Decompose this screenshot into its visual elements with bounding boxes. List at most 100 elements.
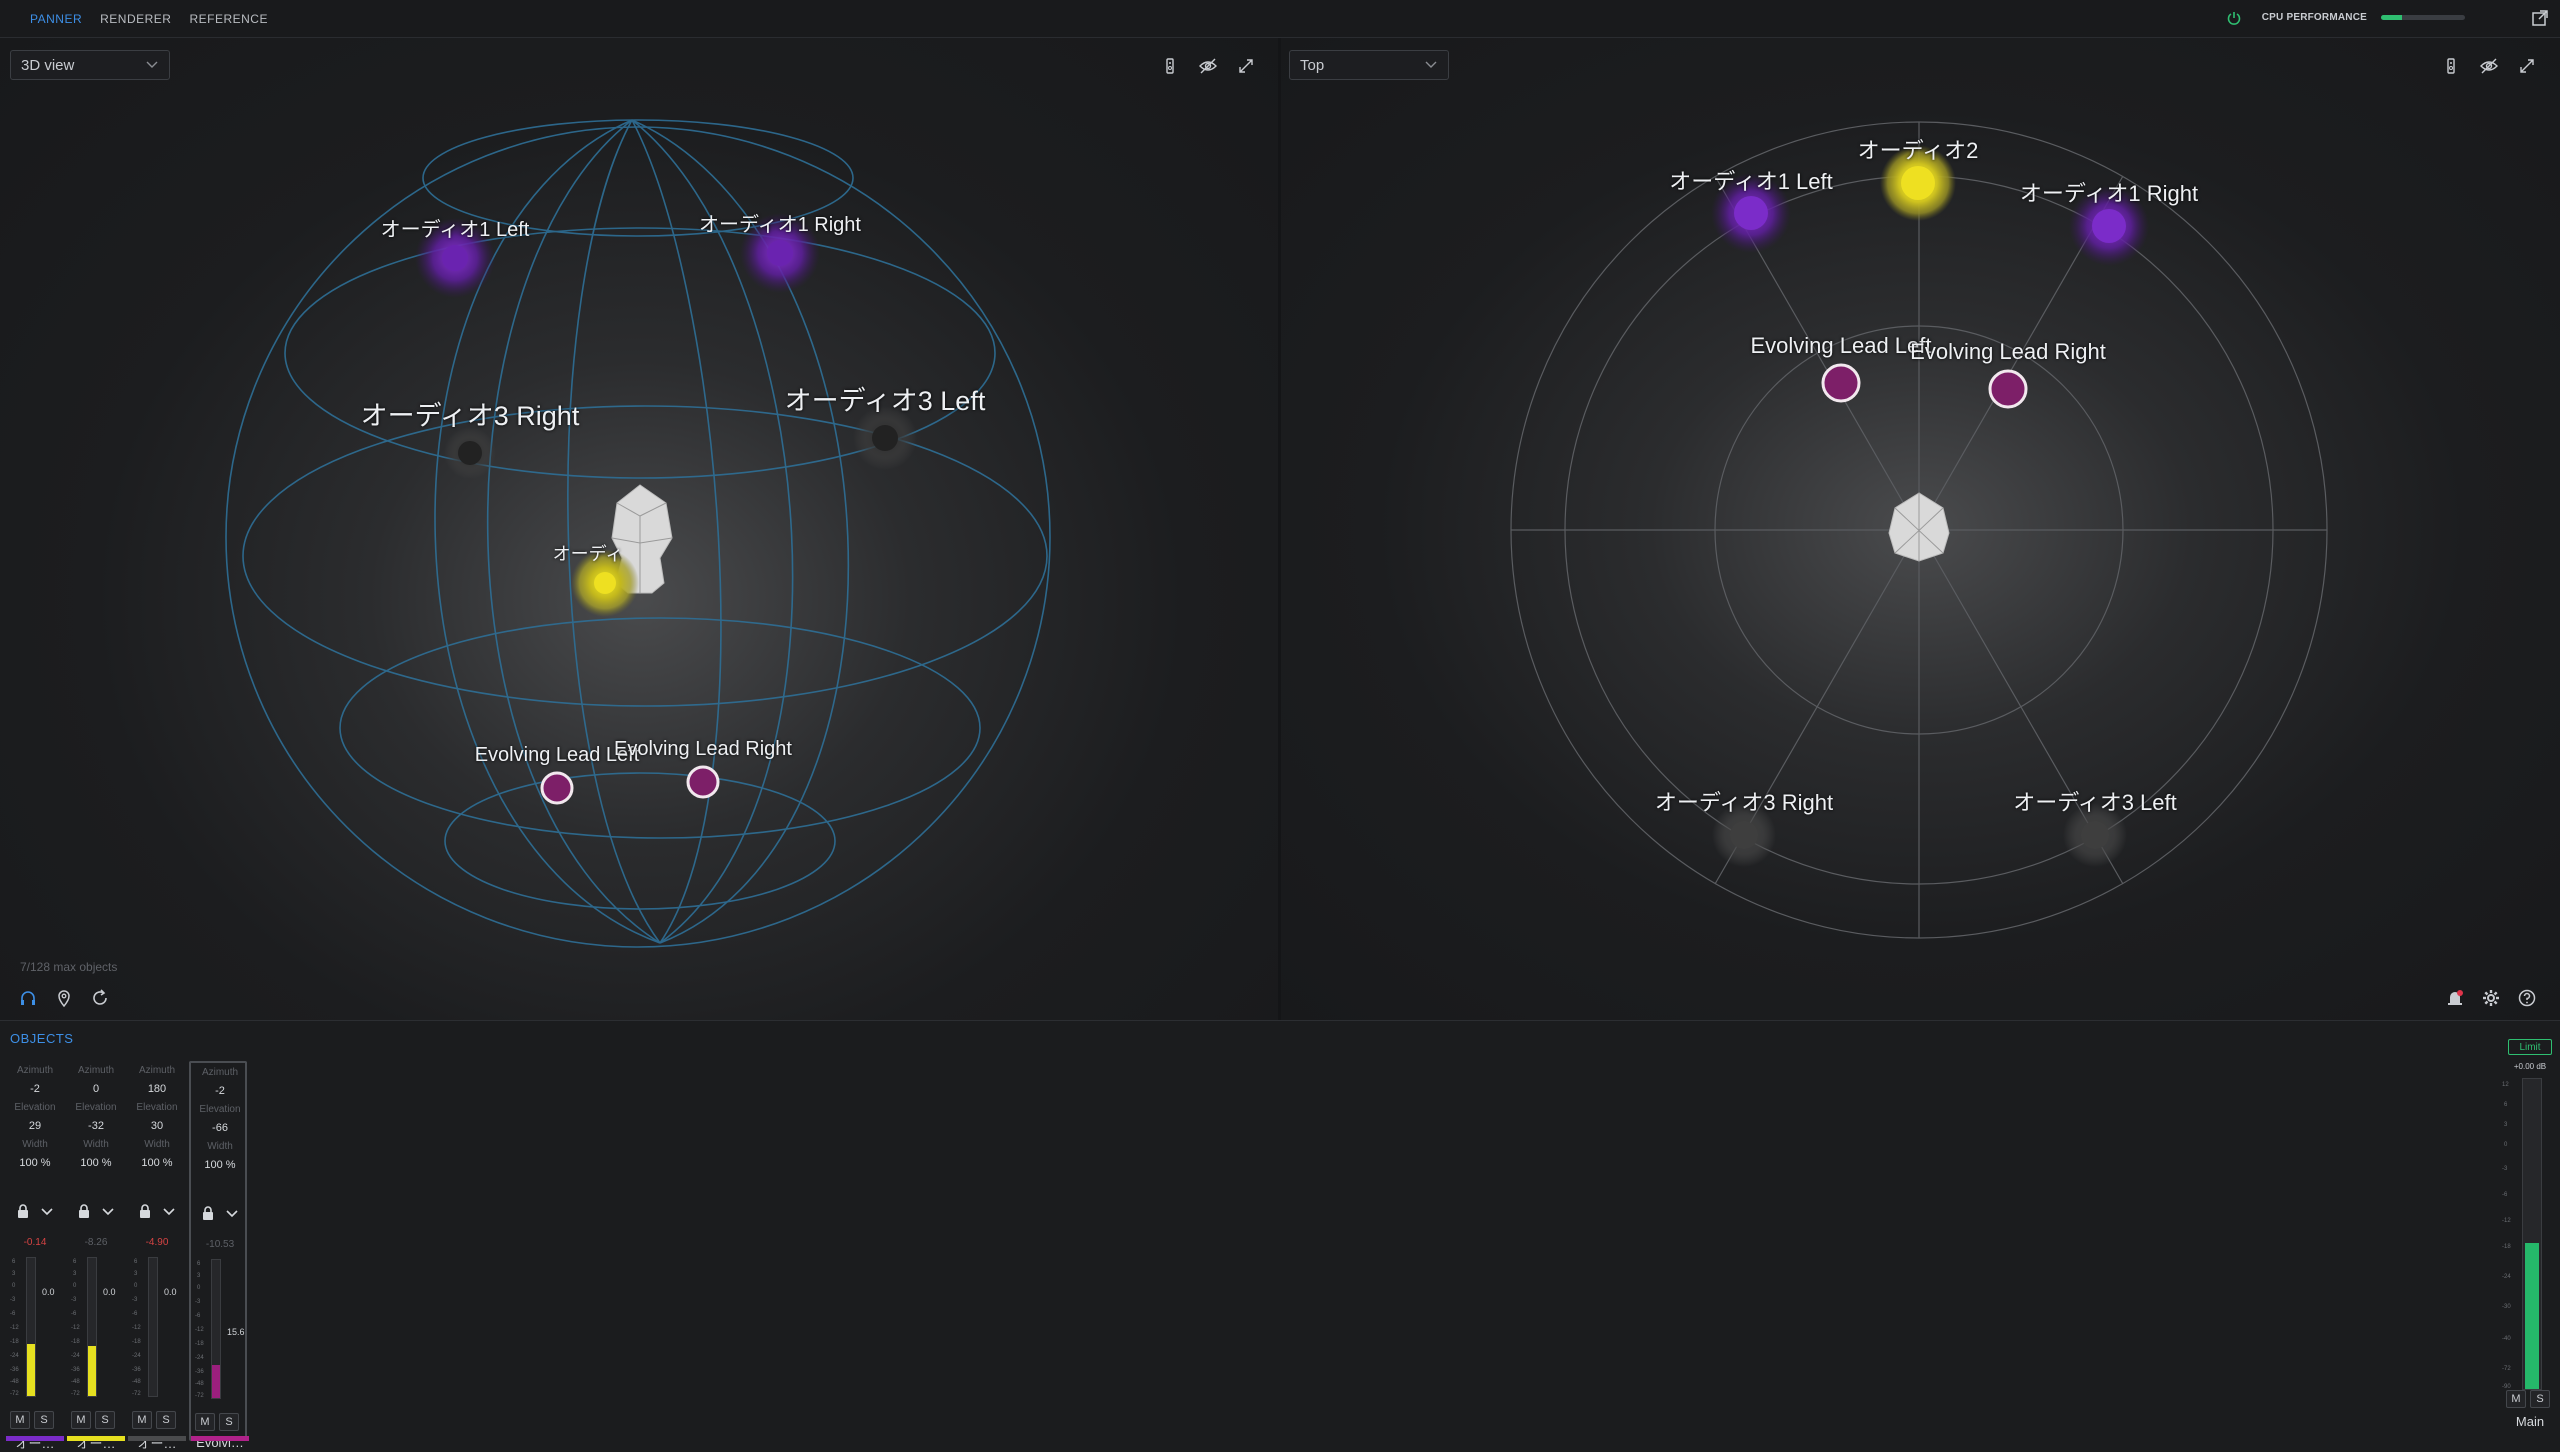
svg-text:-12: -12 [71, 1325, 80, 1331]
location-pin-icon[interactable] [54, 988, 74, 1008]
solo-button[interactable]: S [95, 1411, 115, 1429]
level-meter[interactable]: 6 3 0 -3 -6 -12 -18 -24 -36 -48 -72 0.0 [128, 1257, 186, 1403]
width-value[interactable]: 100 % [67, 1157, 125, 1169]
svg-text:-24: -24 [132, 1353, 141, 1359]
gear-icon[interactable] [2481, 988, 2501, 1008]
svg-text:0: 0 [73, 1283, 77, 1289]
main-meter[interactable] [2522, 1078, 2542, 1390]
strip-controls [67, 1203, 125, 1219]
azimuth-value[interactable]: 180 [128, 1083, 186, 1095]
svg-text:-36: -36 [195, 1369, 204, 1375]
svg-text:6: 6 [73, 1259, 77, 1265]
chevron-down-icon[interactable] [39, 1203, 55, 1219]
svg-text:-6: -6 [195, 1313, 201, 1319]
solo-button[interactable]: S [219, 1413, 239, 1431]
width-value[interactable]: 100 % [6, 1157, 64, 1169]
object-strip[interactable]: Azimuth 0 Elevation -32 Width 100 % -8.26 6 3 0 -3… [67, 1061, 125, 1451]
help-icon[interactable] [2517, 988, 2537, 1008]
chevron-down-icon[interactable] [161, 1203, 177, 1219]
viewport-top[interactable]: Top オーディオ2 オーディオ1 Left オーディオ1 Right Evol… [1281, 38, 2560, 1020]
label-ch1-left: オーディオ1 Left [1669, 169, 1833, 194]
object-lead-left[interactable] [1821, 363, 1861, 403]
cpu-performance-label: CPU PERFORMANCE [2261, 12, 2367, 23]
tab-reference[interactable]: REFERENCE [189, 12, 268, 26]
elevation-value[interactable]: -32 [67, 1120, 125, 1132]
elevation-label: Elevation [136, 1102, 178, 1113]
viewport-bottom-tools-right [2445, 988, 2537, 1008]
headphones-icon[interactable] [18, 988, 38, 1008]
power-icon[interactable] [2226, 10, 2242, 26]
main-bus-name: Main [2515, 1414, 2545, 1429]
main-solo-button[interactable]: S [2530, 1390, 2550, 1408]
fader-value: 0.0 [164, 1287, 177, 1297]
main-mute-button[interactable]: M [2506, 1390, 2526, 1408]
label-ch1-right: オーディオ1 Right [699, 214, 861, 236]
svg-text:-72: -72 [132, 1391, 141, 1397]
svg-text:-6: -6 [2502, 1192, 2508, 1198]
level-meter[interactable]: 6 3 0 -3 -6 -12 -18 -24 -36 -48 -72 0.0 [67, 1257, 125, 1403]
meter-scale: 6 3 0 -3 -6 -12 -18 -24 -36 -48 -72 [10, 1259, 19, 1397]
elevation-value[interactable]: -66 [191, 1122, 249, 1134]
viewport-3d[interactable]: 3D view オーディオ1 Left オーディオ1 Right オーディオ3 … [0, 38, 1278, 1020]
svg-text:6: 6 [12, 1259, 16, 1265]
chevron-down-icon[interactable] [100, 1203, 116, 1219]
lock-icon[interactable] [76, 1203, 92, 1219]
level-meter[interactable]: 6 3 0 -3 -6 -12 -18 -24 -36 -48 -72 15.6 [191, 1259, 249, 1405]
svg-text:-3: -3 [2502, 1166, 2508, 1172]
azimuth-value[interactable]: -2 [6, 1083, 64, 1095]
chevron-down-icon[interactable] [224, 1205, 240, 1221]
lock-icon[interactable] [200, 1205, 216, 1221]
mute-button[interactable]: M [195, 1413, 215, 1431]
lock-icon[interactable] [137, 1203, 153, 1219]
svg-text:-36: -36 [71, 1367, 80, 1373]
meter-track [148, 1257, 158, 1397]
object-lead-left[interactable] [540, 771, 574, 805]
object-strip[interactable]: Azimuth 180 Elevation 30 Width 100 % -4.90 6 3 0-… [128, 1061, 186, 1451]
svg-text:-6: -6 [132, 1311, 138, 1317]
meter-fill [88, 1346, 96, 1396]
elevation-value[interactable]: 29 [6, 1120, 64, 1132]
elevation-label: Elevation [14, 1102, 56, 1113]
width-value[interactable]: 100 % [128, 1157, 186, 1169]
object-strip[interactable]: Azimuth -2 Elevation -66 Width 100 % -10.53 6 3 0… [189, 1061, 249, 1450]
tab-panner[interactable]: PANNER [30, 12, 82, 26]
level-meter[interactable]: 6 3 0 -3 -6 -12 -18 -24 -36 -48 -72 0.0 [6, 1257, 64, 1403]
object-lead-right[interactable] [686, 765, 720, 799]
width-label: Width [83, 1139, 109, 1150]
mute-button[interactable]: M [132, 1411, 152, 1429]
azimuth-value[interactable]: -2 [191, 1085, 249, 1097]
elevation-value[interactable]: 30 [128, 1120, 186, 1132]
object-color-bar [191, 1436, 249, 1441]
limit-button[interactable]: Limit [2508, 1039, 2552, 1055]
mute-solo: MS [132, 1411, 176, 1429]
label-ch3-left: オーディオ3 Left [784, 386, 986, 416]
mute-button[interactable]: M [71, 1411, 91, 1429]
label-ch2: オーディオ2 [1857, 138, 1979, 163]
azimuth-value[interactable]: 0 [67, 1083, 125, 1095]
svg-text:-48: -48 [10, 1379, 19, 1385]
strip-controls [128, 1203, 186, 1219]
solo-button[interactable]: S [156, 1411, 176, 1429]
svg-text:0: 0 [12, 1283, 16, 1289]
svg-text:3: 3 [12, 1271, 16, 1277]
svg-text:-48: -48 [195, 1381, 204, 1387]
svg-text:3: 3 [2504, 1122, 2508, 1128]
reset-icon[interactable] [90, 988, 110, 1008]
mute-button[interactable]: M [10, 1411, 30, 1429]
tab-renderer[interactable]: RENDERER [100, 12, 171, 26]
label-ch3-left: オーディオ3 Left [2013, 790, 2177, 815]
object-lead-right[interactable] [1988, 369, 2028, 409]
notification-icon[interactable] [2445, 988, 2465, 1008]
mute-solo: MS [195, 1413, 239, 1431]
peak-level: -0.14 [23, 1237, 47, 1248]
svg-text:-12: -12 [195, 1327, 204, 1333]
main-meter-scale: 12630-3-6-12-18-24-30-40-72-90 [2502, 1082, 2511, 1390]
object-strip[interactable]: Azimuth -2 Elevation 29 Width 100 % -0.14 6 3 0 -3… [6, 1061, 64, 1451]
external-window-icon[interactable] [2530, 8, 2550, 28]
svg-text:0: 0 [2504, 1142, 2508, 1148]
azimuth-label: Azimuth [138, 1065, 176, 1076]
solo-button[interactable]: S [34, 1411, 54, 1429]
width-value[interactable]: 100 % [191, 1159, 249, 1171]
lock-icon[interactable] [15, 1203, 31, 1219]
svg-text:-3: -3 [10, 1297, 16, 1303]
